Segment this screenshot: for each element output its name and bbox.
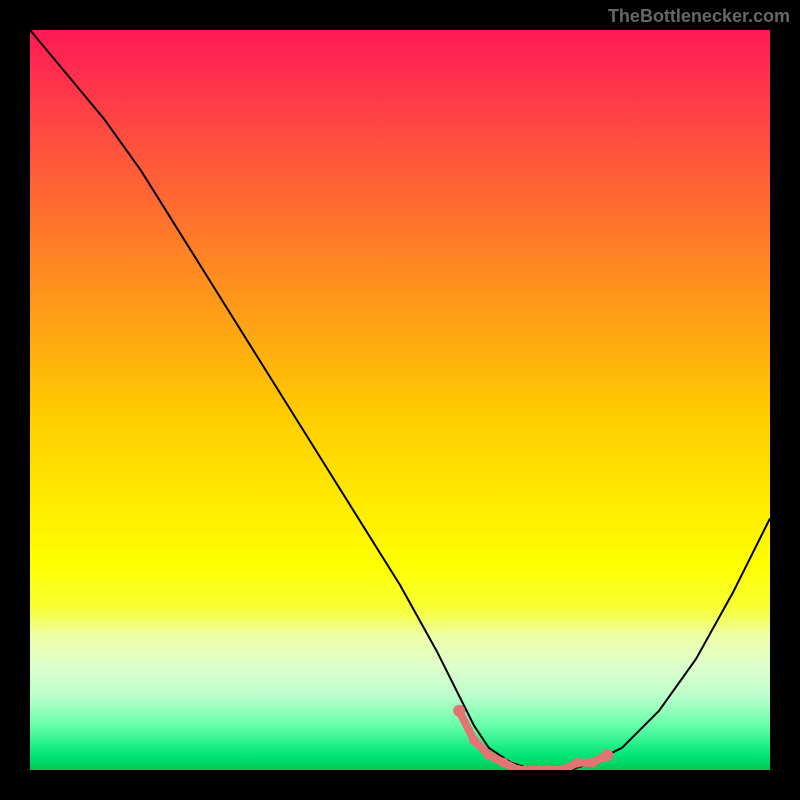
highlight-marker (453, 705, 465, 717)
highlight-marker (469, 735, 479, 745)
highlight-marker-line (459, 711, 607, 770)
highlight-marker (499, 758, 509, 768)
highlight-marker (528, 765, 538, 770)
highlight-marker (587, 758, 597, 768)
watermark-text: TheBottlenecker.com (608, 6, 790, 27)
highlight-markers (453, 705, 613, 770)
bottleneck-curve-svg (30, 30, 770, 770)
highlight-marker (573, 758, 583, 768)
highlight-marker (484, 750, 494, 760)
bottleneck-curve-line (30, 30, 770, 770)
highlight-marker (601, 749, 613, 761)
highlight-marker (543, 765, 553, 770)
chart-plot-area (30, 30, 770, 770)
